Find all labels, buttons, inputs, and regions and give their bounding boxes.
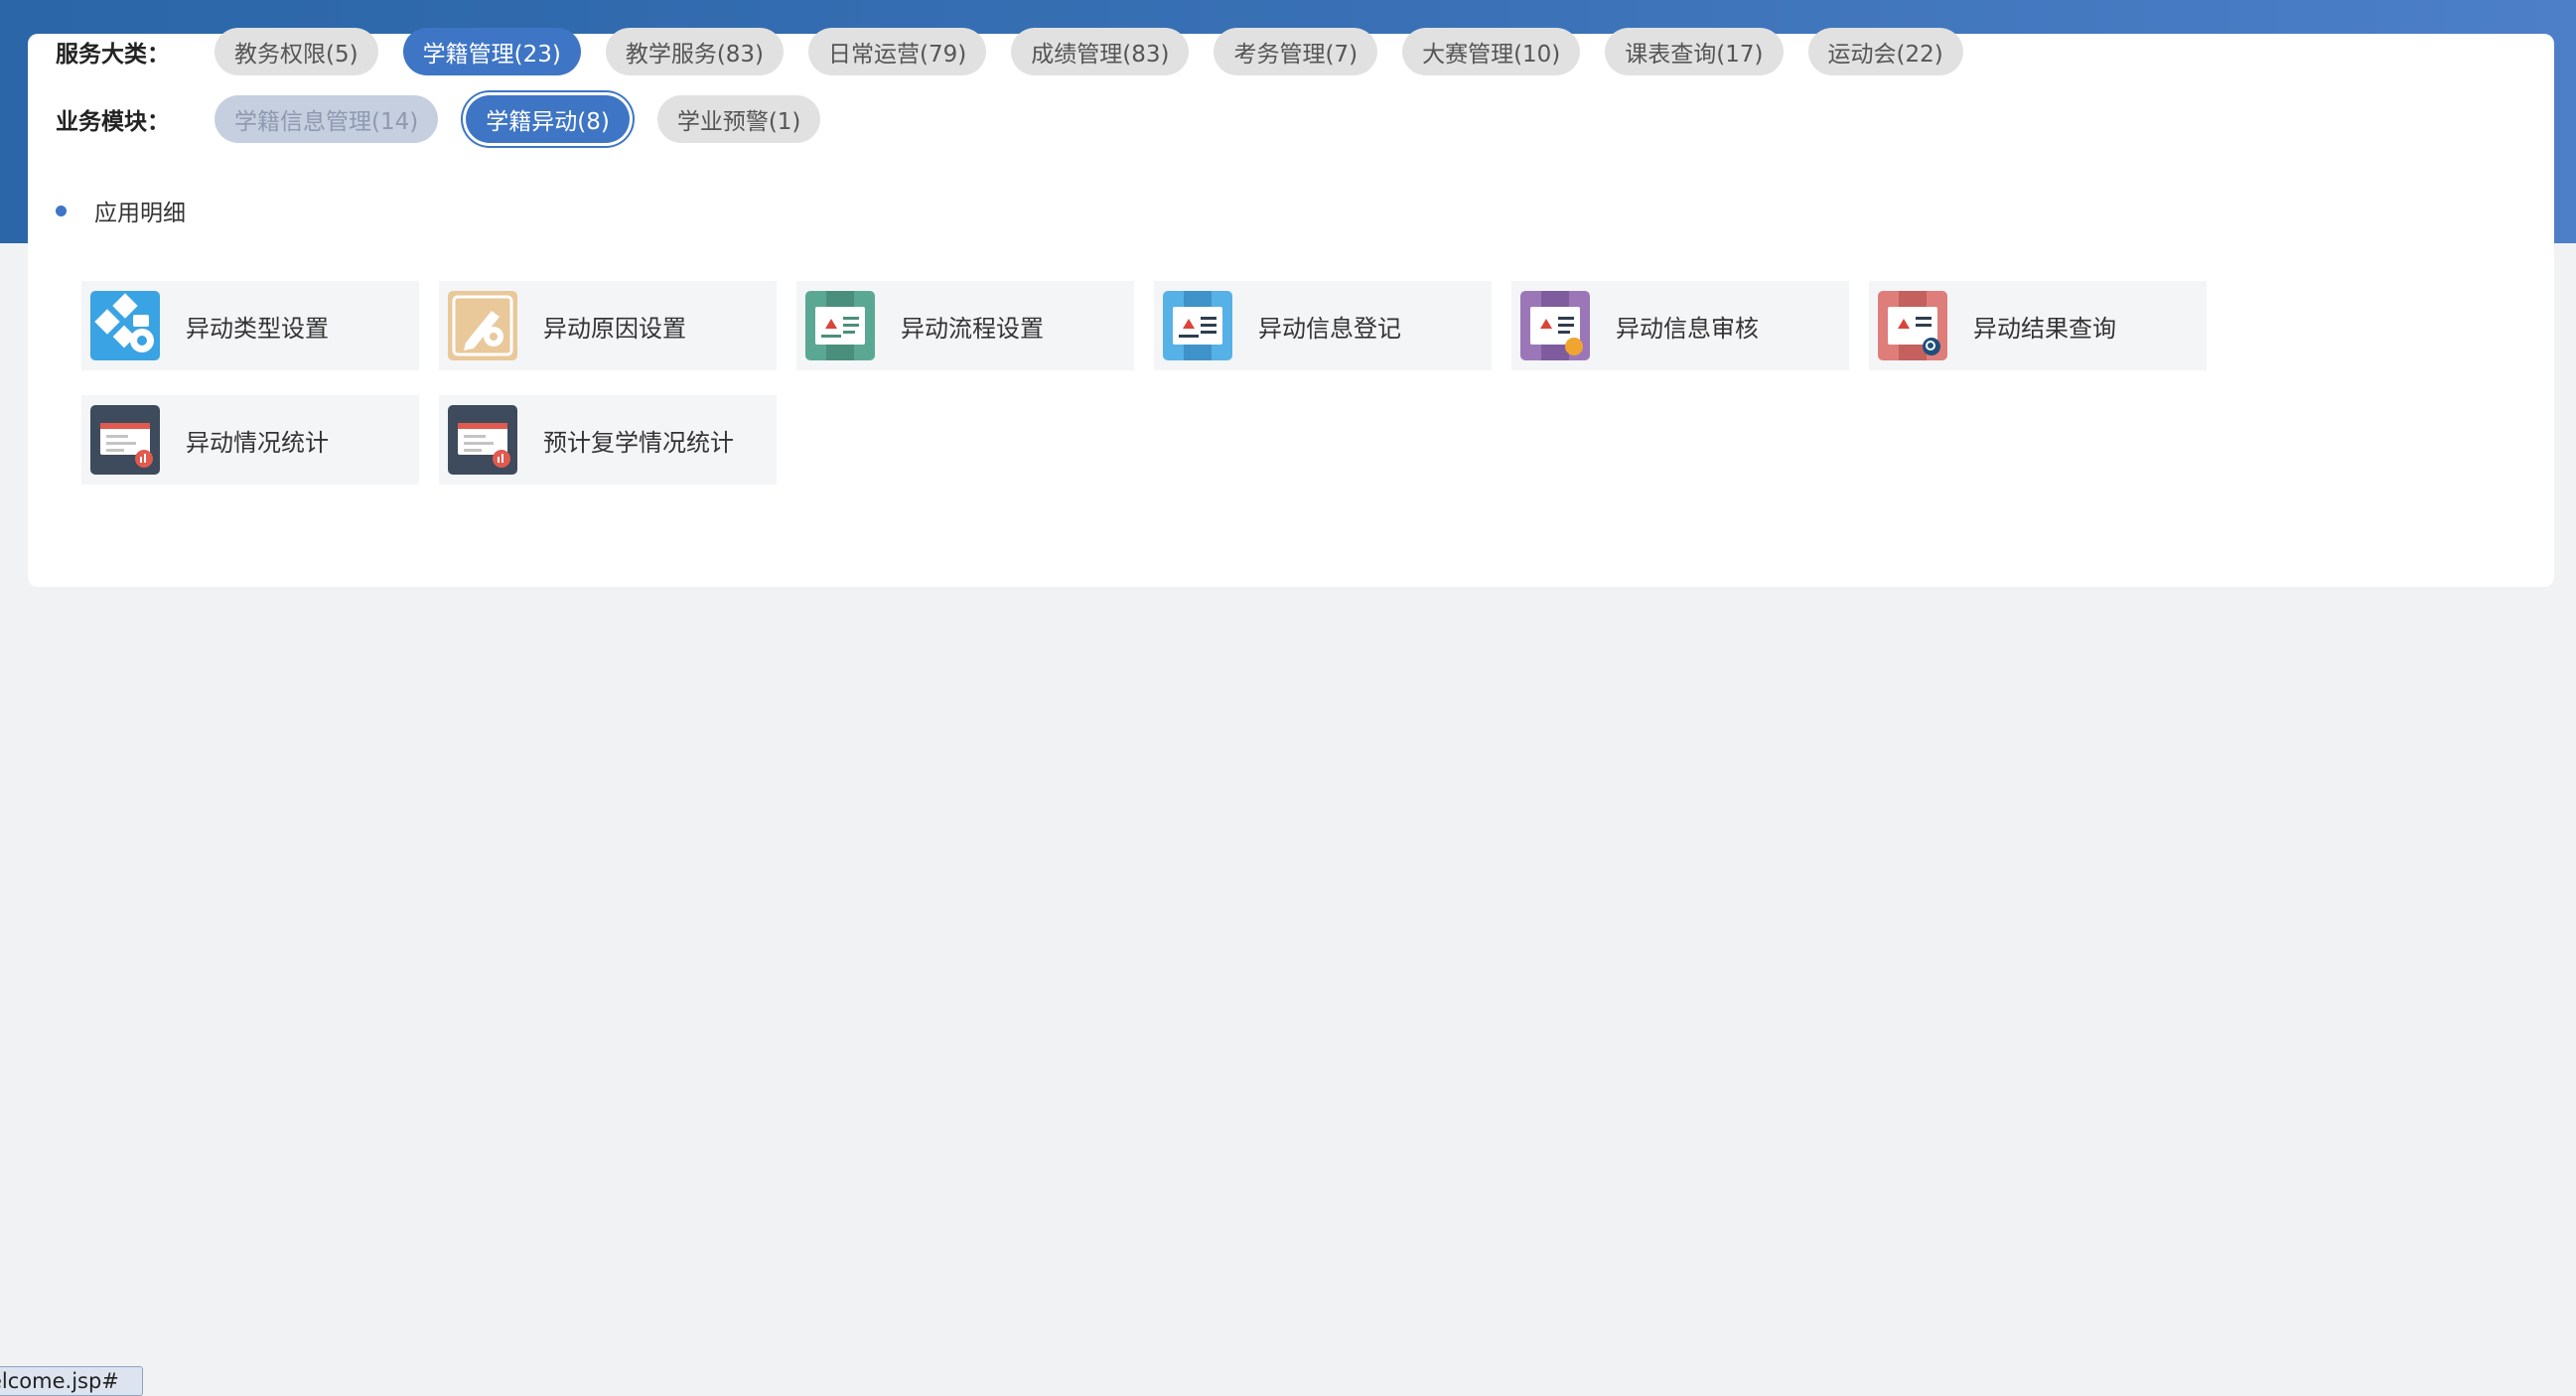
app-card-change-stats[interactable]: 异动情况统计 bbox=[81, 395, 419, 485]
type-settings-icon bbox=[90, 291, 160, 360]
category-filter-label: 服务大类： bbox=[56, 42, 170, 68]
category-pill[interactable]: 教务权限(5) bbox=[215, 28, 378, 75]
app-label: 异动类型设置 bbox=[186, 314, 329, 343]
category-pill[interactable]: 运动会(22) bbox=[1807, 28, 1963, 75]
change-stats-icon bbox=[90, 405, 160, 475]
app-card-resume-stats[interactable]: 预计复学情况统计 bbox=[439, 395, 777, 485]
app-label: 异动信息审核 bbox=[1616, 314, 1759, 343]
app-card-process-settings[interactable]: 异动流程设置 bbox=[796, 281, 1134, 370]
module-filter-row: 业务模块： 学籍信息管理(14) 学籍异动(8) 学业预警(1) bbox=[56, 94, 844, 144]
app-card-reason-settings[interactable]: 异动原因设置 bbox=[439, 281, 777, 370]
reason-settings-icon bbox=[448, 291, 517, 360]
section-header: 应用明细 bbox=[56, 191, 186, 230]
app-card-info-register[interactable]: 异动信息登记 bbox=[1154, 281, 1492, 370]
module-filter-label: 业务模块： bbox=[56, 109, 170, 135]
app-label: 异动情况统计 bbox=[186, 428, 329, 457]
app-card-type-settings[interactable]: 异动类型设置 bbox=[81, 281, 419, 370]
module-pill[interactable]: 学籍异动(8) bbox=[466, 95, 630, 143]
app-card-result-query[interactable]: 异动结果查询 bbox=[1869, 281, 2207, 370]
info-register-icon bbox=[1163, 291, 1232, 360]
bullet-dot bbox=[56, 205, 67, 216]
app-label: 预计复学情况统计 bbox=[543, 428, 734, 457]
module-pill[interactable]: 学籍信息管理(14) bbox=[215, 95, 439, 143]
category-pill[interactable]: 教学服务(83) bbox=[605, 28, 785, 75]
app-label: 异动流程设置 bbox=[901, 314, 1044, 343]
status-bar-url-text: elcome.jsp# bbox=[0, 1369, 119, 1393]
app-label: 异动原因设置 bbox=[543, 314, 686, 343]
result-query-icon bbox=[1878, 291, 1947, 360]
app-label: 异动信息登记 bbox=[1258, 314, 1401, 343]
app-card-info-review[interactable]: 异动信息审核 bbox=[1511, 281, 1849, 370]
category-filter-row: 服务大类： 教务权限(5) 学籍管理(23) 教学服务(83) 日常运营(79)… bbox=[56, 27, 1988, 76]
category-pill[interactable]: 日常运营(79) bbox=[808, 28, 987, 75]
process-settings-icon bbox=[805, 291, 875, 360]
resume-stats-icon bbox=[448, 405, 517, 475]
section-title: 应用明细 bbox=[94, 201, 186, 226]
app-label: 异动结果查询 bbox=[1973, 314, 2116, 343]
module-pill[interactable]: 学业预警(1) bbox=[656, 95, 821, 143]
info-review-icon bbox=[1520, 291, 1590, 360]
category-pill[interactable]: 考务管理(7) bbox=[1214, 28, 1378, 75]
category-pill[interactable]: 大赛管理(10) bbox=[1402, 28, 1581, 75]
category-pill[interactable]: 学籍管理(23) bbox=[402, 28, 581, 75]
category-pill[interactable]: 课表查询(17) bbox=[1605, 28, 1784, 75]
category-pill[interactable]: 成绩管理(83) bbox=[1011, 28, 1190, 75]
